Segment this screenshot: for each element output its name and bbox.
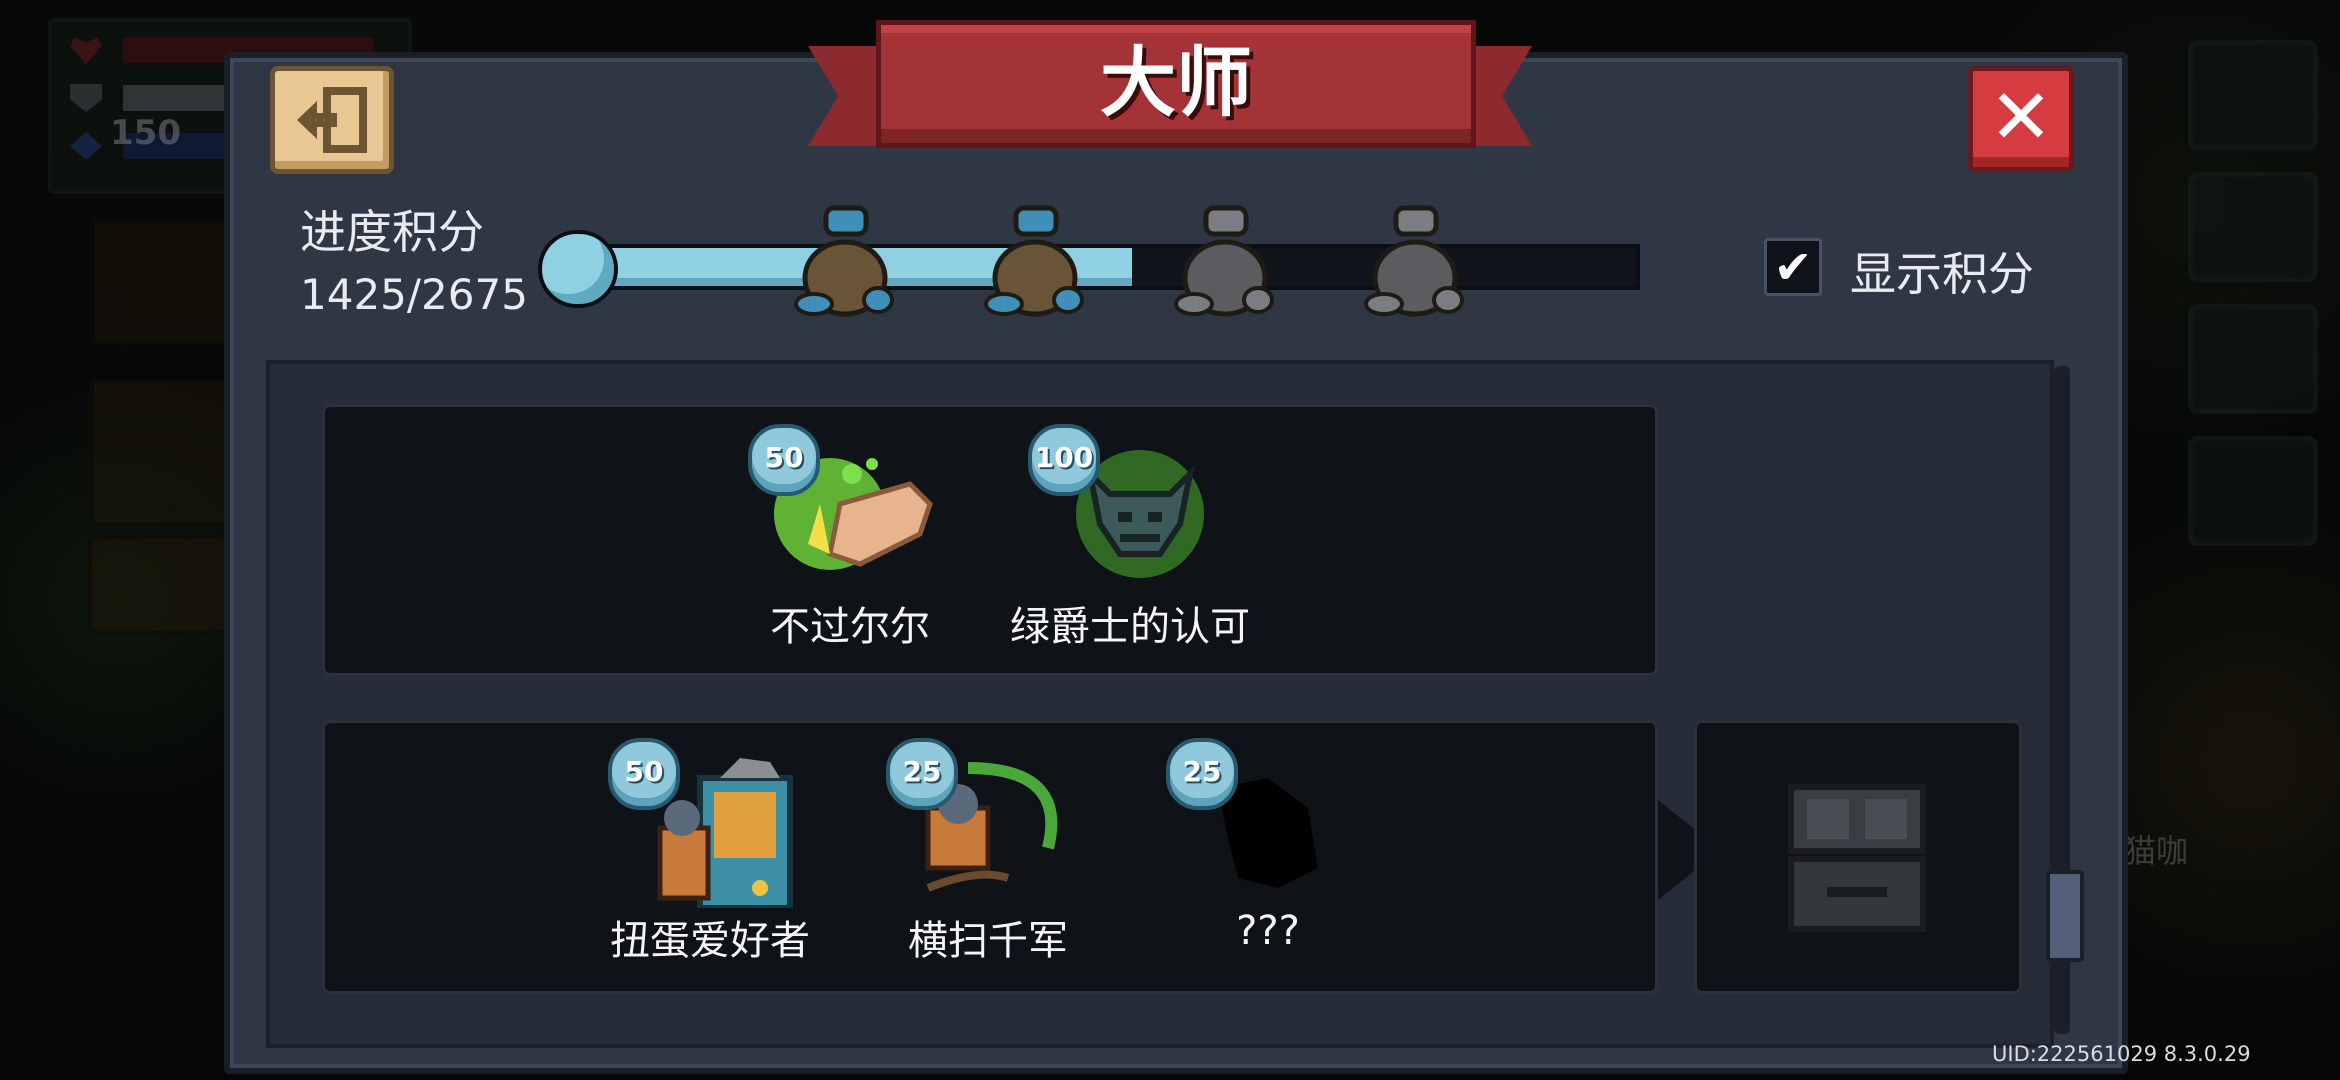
title-banner: 大师: [876, 20, 1476, 148]
treasure-chest-icon: [1788, 784, 1926, 932]
achievement-item[interactable]: 25 ???: [1148, 738, 1388, 978]
points-badge: 100: [1028, 424, 1100, 496]
points-badge: 50: [608, 738, 680, 810]
back-button[interactable]: [270, 66, 394, 174]
scrollbar-thumb[interactable]: [2046, 870, 2084, 962]
achievement-item[interactable]: 50 扭蛋爱好者: [590, 738, 830, 978]
achievement-name: ???: [1236, 908, 1300, 954]
close-button[interactable]: ✕: [1968, 66, 2074, 172]
reward-bag-icon[interactable]: [980, 200, 1090, 320]
progress-track: [550, 244, 1640, 290]
progress-value: 1425/2675: [300, 270, 528, 319]
check-icon: ✔: [1773, 240, 1813, 294]
exit-icon: [297, 87, 367, 153]
progress-label: 进度积分: [300, 205, 484, 259]
reward-bag-icon[interactable]: [1360, 200, 1470, 320]
points-badge: 25: [886, 738, 958, 810]
close-icon: ✕: [1989, 72, 2053, 161]
achievement-name: 横扫千军: [908, 918, 1068, 964]
achievement-item[interactable]: 100 绿爵士的认可: [1010, 424, 1250, 664]
user-id-version: UID:222561029 8.3.0.29: [1992, 1042, 2251, 1066]
page-title: 大师: [1100, 38, 1252, 127]
points-badge: 25: [1166, 738, 1238, 810]
progress-start-knob: [538, 230, 618, 308]
show-points-label: 显示积分: [1850, 247, 2034, 301]
achievement-item[interactable]: 50 不过尔尔: [730, 424, 970, 664]
achievement-item[interactable]: 25 横扫千军: [868, 738, 1108, 978]
points-badge: 50: [748, 424, 820, 496]
achievement-row: [322, 404, 1658, 676]
achievement-name: 扭蛋爱好者: [610, 918, 810, 964]
reward-bag-icon[interactable]: [790, 200, 900, 320]
row-reward-slot[interactable]: [1694, 720, 2022, 994]
achievement-name: 不过尔尔: [770, 604, 930, 650]
achievement-name: 绿爵士的认可: [1010, 604, 1250, 650]
show-points-checkbox[interactable]: ✔: [1764, 238, 1822, 296]
reward-bag-icon[interactable]: [1170, 200, 1280, 320]
